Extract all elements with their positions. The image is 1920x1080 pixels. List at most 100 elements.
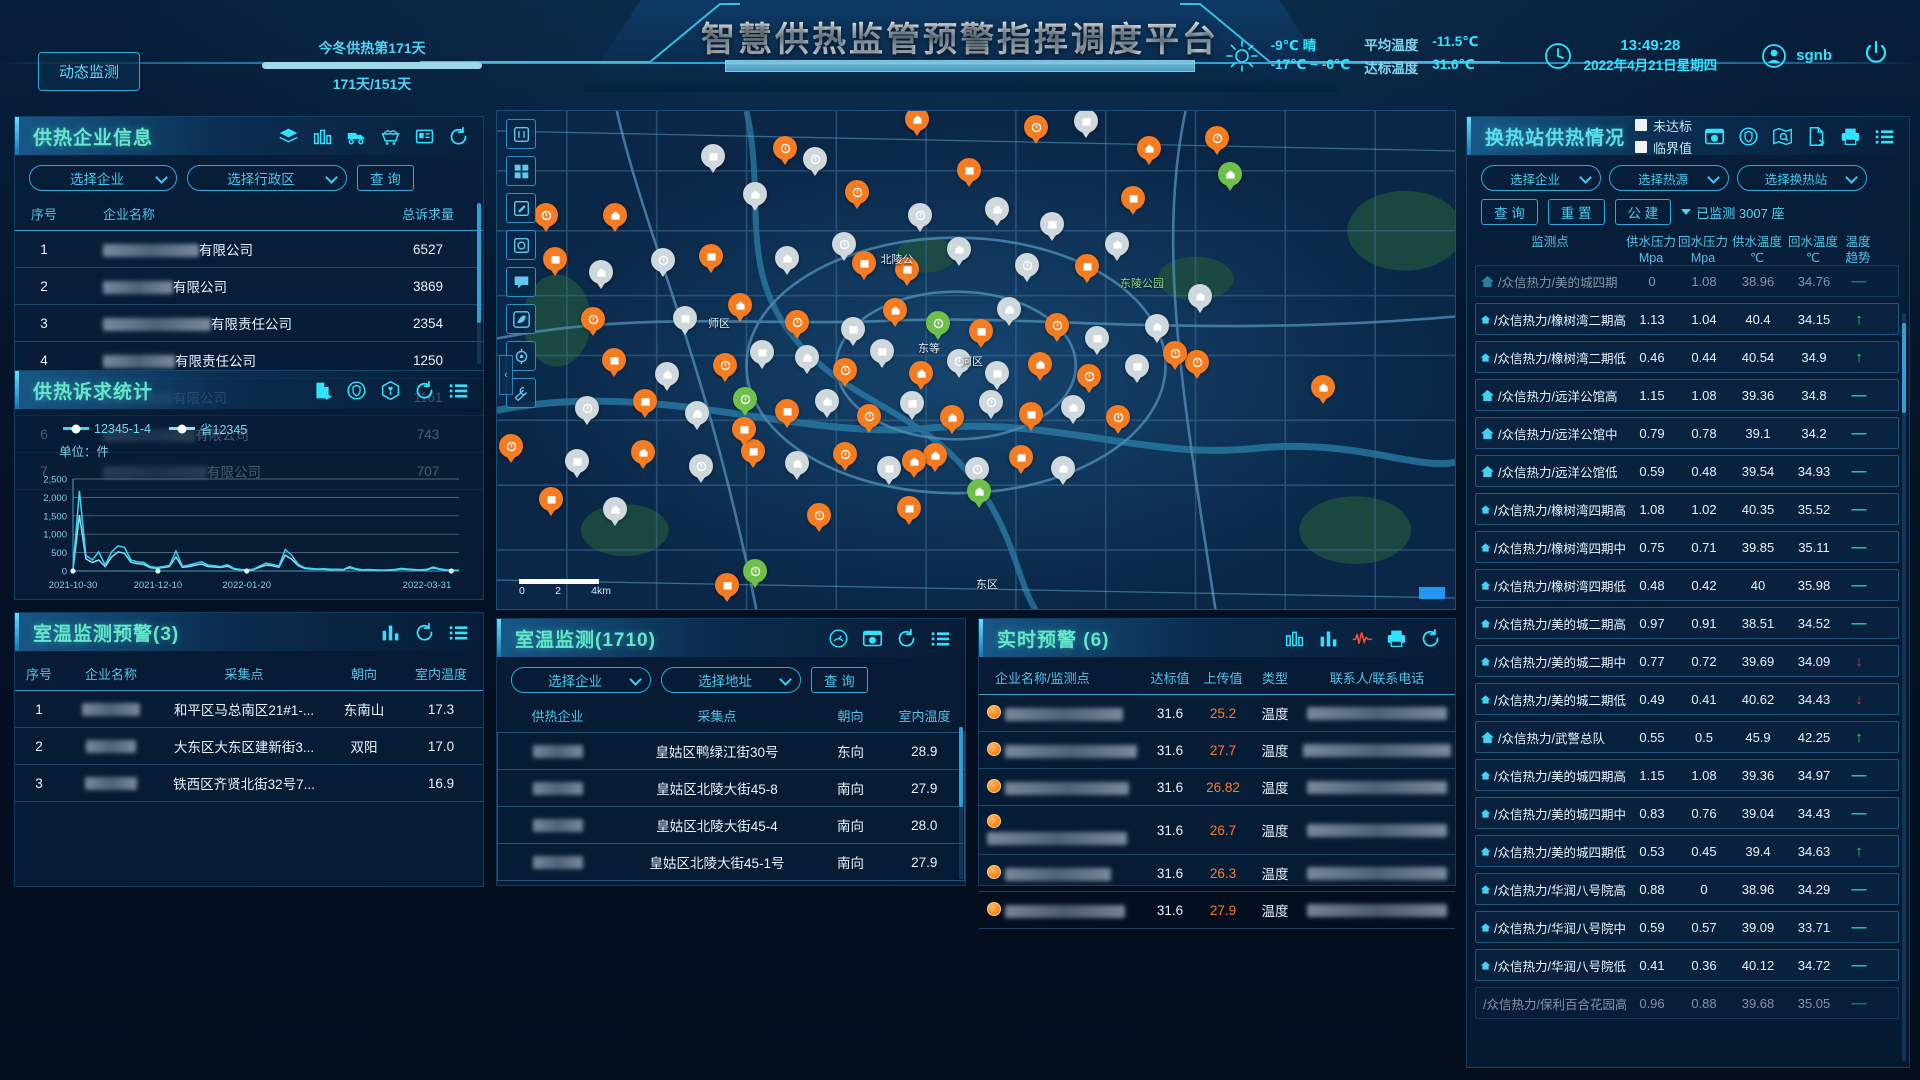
map-marker[interactable] [633, 389, 657, 413]
table-row[interactable]: 31.6 27.9 温度 [979, 892, 1455, 929]
map-marker[interactable] [1085, 326, 1109, 350]
station-row[interactable]: /众信热力/武警总队 0.55 0.5 45.9 42.25 ↑ [1475, 721, 1899, 753]
map-marker[interactable] [965, 457, 989, 481]
list-icon[interactable] [930, 628, 951, 649]
table-row[interactable]: 3 铁西区齐贤北街32号7... 16.9 [15, 765, 483, 802]
gauge-icon[interactable] [828, 628, 849, 649]
roomtemp-address-select[interactable]: 选择地址 [661, 667, 801, 693]
truck-icon[interactable] [346, 126, 367, 147]
map-marker[interactable] [985, 197, 1009, 221]
edit-icon[interactable] [506, 193, 536, 223]
map-marker[interactable] [985, 361, 1009, 385]
table-row[interactable]: 31.6 26.3 温度 [979, 855, 1455, 892]
map-collapse-toggle[interactable]: ‹ [499, 355, 513, 395]
map-marker[interactable] [1185, 350, 1209, 374]
map-marker[interactable] [845, 180, 869, 204]
station-row[interactable]: /众信热力/远洋公馆中 0.79 0.78 39.1 34.2 — [1475, 417, 1899, 449]
legend-item-1[interactable]: 省12345 [169, 419, 247, 438]
station-row[interactable]: /众信热力/橡树湾四期中 0.75 0.71 39.85 35.11 — [1475, 531, 1899, 563]
map-marker[interactable] [1125, 354, 1149, 378]
map-marker[interactable] [947, 237, 971, 261]
station-enterprise-select[interactable]: 选择企业 [1481, 165, 1601, 191]
map-marker[interactable] [923, 443, 947, 467]
list-icon[interactable] [448, 380, 469, 401]
map-marker[interactable] [833, 358, 857, 382]
map-marker[interactable] [565, 449, 589, 473]
map-marker[interactable] [1145, 314, 1169, 338]
printer-icon[interactable] [1386, 628, 1407, 649]
map-marker[interactable] [832, 232, 856, 256]
station-station-select[interactable]: 选择换热站 [1737, 165, 1867, 191]
map-marker[interactable] [1040, 212, 1064, 236]
coal-cart-icon[interactable] [380, 126, 401, 147]
map-marker[interactable] [997, 297, 1021, 321]
table-row[interactable]: 2 大东区大东区建新街3... 双阳 17.0 [15, 728, 483, 765]
checkbox-substandard[interactable]: 未达标 [1635, 116, 1692, 135]
map-marker[interactable] [750, 340, 774, 364]
map-marker[interactable] [499, 434, 523, 458]
map-marker[interactable] [1015, 253, 1039, 277]
map-marker[interactable] [883, 298, 907, 322]
station-row[interactable]: /众信热力/美的城四期中 0.83 0.76 39.04 34.43 — [1475, 797, 1899, 829]
map-marker[interactable] [1218, 162, 1242, 186]
roomtemp-enterprise-select[interactable]: 选择企业 [511, 667, 651, 693]
table-row[interactable]: 31.6 26.7 温度 [979, 806, 1455, 855]
pulse-icon[interactable] [1352, 628, 1373, 649]
refresh-icon[interactable] [448, 126, 469, 147]
station-row[interactable]: /众信热力/美的城四期高 1.15 1.08 39.36 34.97 — [1475, 759, 1899, 791]
map-marker[interactable] [926, 311, 950, 335]
station-row[interactable]: /众信热力/美的城二期低 0.49 0.41 40.62 34.43 ↓ [1475, 683, 1899, 715]
map-marker[interactable] [543, 247, 567, 271]
table-row[interactable]: 皇姑区北陵大街45-8 南向 27.9 [497, 769, 965, 807]
station-row[interactable]: /众信热力/橡树湾二期低 0.46 0.44 40.54 34.9 ↑ [1475, 341, 1899, 373]
map-marker[interactable] [1163, 341, 1187, 365]
station-row[interactable]: /众信热力/华润八号院低 0.41 0.36 40.12 34.72 — [1475, 949, 1899, 981]
checkbox-critical[interactable]: 临界值 [1635, 138, 1692, 157]
shield-icon[interactable] [1738, 126, 1759, 147]
map-marker[interactable] [1009, 445, 1033, 469]
map-marker[interactable] [631, 440, 655, 464]
map-marker[interactable] [732, 417, 756, 441]
map-marker[interactable] [1121, 186, 1145, 210]
map-marker[interactable] [1074, 111, 1098, 133]
station-row[interactable]: /众信热力/美的城二期中 0.77 0.72 39.69 34.09 ↓ [1475, 645, 1899, 677]
map-marker[interactable] [957, 158, 981, 182]
station-row[interactable]: /众信热力/华润八号院中 0.59 0.57 39.09 33.71 — [1475, 911, 1899, 943]
map-marker[interactable] [728, 293, 752, 317]
map-marker[interactable] [1188, 284, 1212, 308]
enterprise-select[interactable]: 选择企业 [29, 165, 177, 191]
list-icon[interactable] [448, 622, 469, 643]
station-row[interactable]: /众信热力/美的城四期低 0.53 0.45 39.4 34.63 ↑ [1475, 835, 1899, 867]
station-row[interactable]: /众信热力/保利百合花园高 0.96 0.88 39.68 35.05 — [1475, 987, 1899, 1019]
table-row[interactable]: 1 有限公司 6527 [15, 231, 483, 268]
table-row[interactable]: 31.6 27.7 温度 [979, 732, 1455, 769]
refresh-icon[interactable] [1420, 628, 1441, 649]
station-scrollbar[interactable] [1902, 313, 1906, 1061]
grid-icon[interactable] [506, 156, 536, 186]
district-select[interactable]: 选择行政区 [187, 165, 347, 191]
map-marker[interactable] [1051, 456, 1075, 480]
map-marker[interactable] [1105, 232, 1129, 256]
map-marker[interactable] [651, 248, 675, 272]
table-row[interactable]: 1 和平区马总南区21#1-... 东南山 17.3 [15, 691, 483, 728]
map-marker[interactable] [852, 251, 876, 275]
refresh-icon[interactable] [414, 622, 435, 643]
map-marker[interactable] [908, 203, 932, 227]
map-marker[interactable] [1028, 352, 1052, 376]
dynamic-monitor-button[interactable]: 动态监测 [38, 52, 141, 91]
map-marker[interactable] [897, 496, 921, 520]
logout-button[interactable] [1852, 39, 1920, 72]
map-marker[interactable] [539, 487, 563, 511]
table-row[interactable]: 31.6 25.2 温度 [979, 695, 1455, 732]
snapshot-icon[interactable] [862, 628, 883, 649]
bar-chart-icon[interactable] [380, 622, 401, 643]
map-marker[interactable] [902, 449, 926, 473]
list-icon[interactable] [1874, 126, 1895, 147]
map-marker[interactable] [1077, 364, 1101, 388]
table-row[interactable]: 皇姑区北陵大街45-4 南向 28.0 [497, 806, 965, 844]
card-icon[interactable] [414, 126, 435, 147]
table-row[interactable]: 皇姑区北陵大街45-1号 南向 27.9 [497, 843, 965, 881]
info-icon[interactable] [506, 119, 536, 149]
map-marker[interactable] [743, 559, 767, 583]
table-row[interactable]: 皇姑区鸭绿江街30号 东向 28.9 [497, 732, 965, 770]
